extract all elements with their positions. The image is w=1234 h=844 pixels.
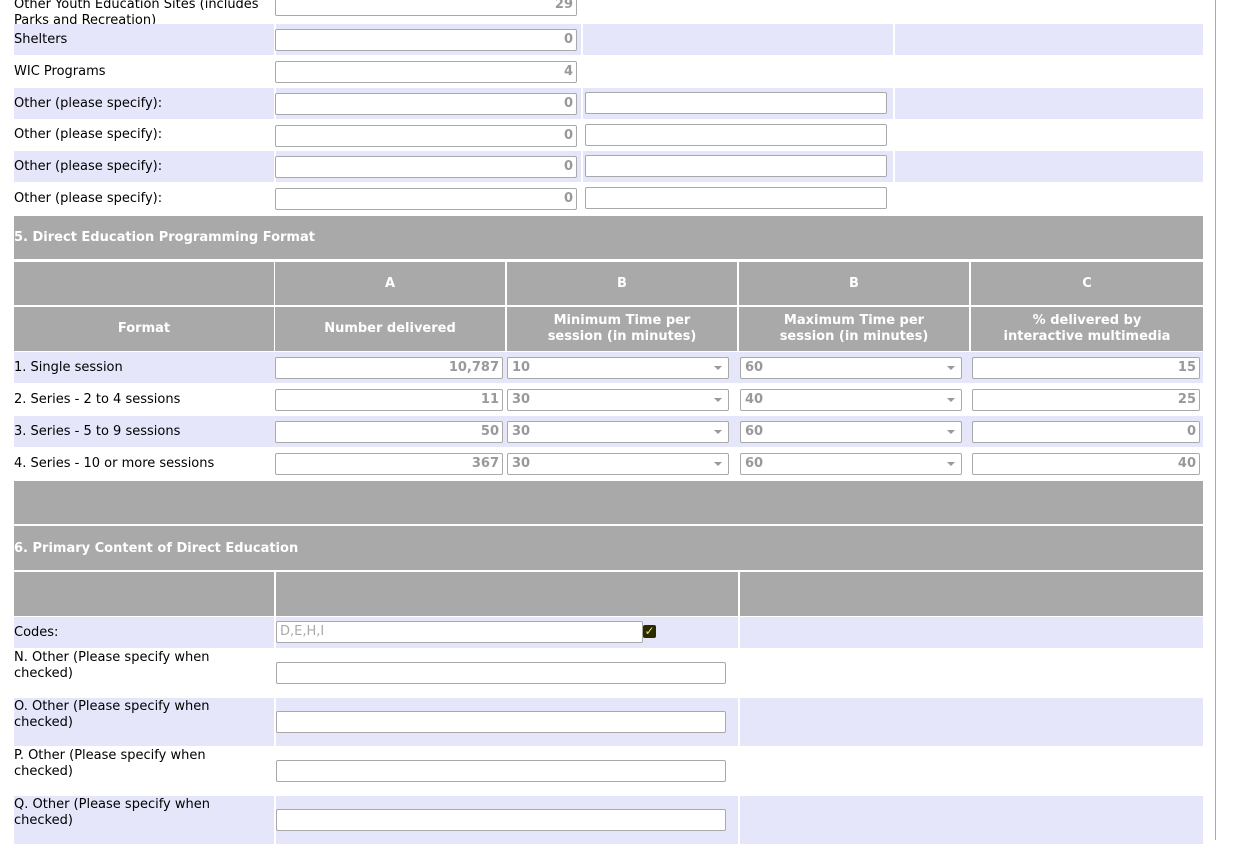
- format-label: 1. Single session: [14, 359, 123, 375]
- cell-divider: [581, 88, 583, 119]
- other-specify-input[interactable]: [585, 155, 887, 177]
- chevron-down-icon: [947, 398, 955, 402]
- min-time-select[interactable]: 30: [507, 421, 729, 443]
- other-specify-input[interactable]: [276, 760, 726, 782]
- column-header: % delivered by interactive multimedia: [971, 307, 1203, 351]
- selected-value: 60: [745, 424, 764, 439]
- cell-divider: [581, 151, 583, 182]
- cell-divider: [893, 151, 895, 182]
- interactive-multimedia-pct-input[interactable]: 15: [972, 357, 1200, 379]
- min-time-select[interactable]: 10: [507, 357, 729, 379]
- interactive-multimedia-pct-input[interactable]: 40: [972, 453, 1200, 475]
- cell-divider: [893, 88, 895, 119]
- site-label: Other (please specify):: [14, 158, 163, 174]
- format-label: 4. Series - 10 or more sessions: [14, 455, 215, 471]
- column-header: Maximum Time per session (in minutes): [739, 307, 969, 351]
- chevron-down-icon: [714, 398, 722, 402]
- column-letter: B: [507, 262, 737, 305]
- selected-value: 30: [512, 456, 531, 471]
- min-time-select[interactable]: 30: [507, 389, 729, 411]
- selected-value: 40: [745, 392, 764, 407]
- site-count-input[interactable]: 4: [275, 61, 577, 83]
- min-time-select[interactable]: 30: [507, 453, 729, 475]
- cell-divider: [738, 617, 740, 648]
- format-label: 2. Series - 2 to 4 sessions: [14, 391, 181, 407]
- other-specify-input[interactable]: [276, 711, 726, 733]
- interactive-multimedia-pct-input[interactable]: 0: [972, 421, 1200, 443]
- chevron-down-icon: [714, 430, 722, 434]
- chevron-down-icon: [714, 462, 722, 466]
- header-cell: [740, 572, 1203, 616]
- format-label: 3. Series - 5 to 9 sessions: [14, 423, 181, 439]
- column-header: Format: [14, 307, 274, 351]
- column-header: Minimum Time per session (in minutes): [507, 307, 737, 351]
- site-count-input[interactable]: 29: [275, 0, 577, 16]
- max-time-select[interactable]: 40: [740, 389, 962, 411]
- other-specify-input[interactable]: [276, 809, 726, 831]
- site-label: Other (please specify):: [14, 127, 163, 142]
- site-label: Other (please specify):: [14, 95, 163, 111]
- site-count-input[interactable]: 0: [275, 125, 577, 147]
- cell-divider: [738, 698, 740, 746]
- other-specify-input[interactable]: [585, 187, 887, 209]
- site-count-input[interactable]: 0: [275, 29, 577, 51]
- column-letter: C: [971, 262, 1203, 305]
- section-5-header: 5. Direct Education Programming Format: [14, 216, 1203, 259]
- selected-value: 60: [745, 456, 764, 471]
- header-cell: [14, 262, 274, 305]
- column-letter: A: [275, 262, 505, 305]
- other-content-label: N. Other (Please specify when checked): [14, 650, 210, 681]
- selected-value: 30: [512, 424, 531, 439]
- checkmark-icon[interactable]: ✓: [643, 625, 656, 638]
- max-time-select[interactable]: 60: [740, 453, 962, 475]
- chevron-down-icon: [714, 366, 722, 370]
- chevron-down-icon: [947, 366, 955, 370]
- site-label: WIC Programs: [14, 63, 106, 79]
- spacer-bar: [14, 481, 1203, 524]
- codes-input[interactable]: D,E,H,I: [276, 621, 643, 643]
- other-specify-input[interactable]: [585, 92, 887, 114]
- max-time-select[interactable]: 60: [740, 421, 962, 443]
- site-label: Other (please specify):: [14, 190, 163, 206]
- other-specify-input[interactable]: [276, 662, 726, 684]
- chevron-down-icon: [947, 430, 955, 434]
- header-cell: [14, 572, 274, 616]
- cell-divider: [893, 24, 895, 55]
- selected-value: 30: [512, 392, 531, 407]
- site-label: Shelters: [14, 31, 68, 47]
- number-delivered-input[interactable]: 367: [275, 453, 503, 475]
- site-count-input[interactable]: 0: [275, 188, 577, 210]
- column-header: Number delivered: [275, 307, 505, 351]
- cell-divider: [738, 796, 740, 844]
- selected-value: 10: [512, 360, 531, 375]
- chevron-down-icon: [947, 462, 955, 466]
- cell-divider: [581, 24, 583, 55]
- max-time-select[interactable]: 60: [740, 357, 962, 379]
- number-delivered-input[interactable]: 50: [275, 421, 503, 443]
- page-border: [1215, 0, 1216, 840]
- site-count-input[interactable]: 0: [275, 93, 577, 115]
- codes-label: Codes:: [14, 624, 59, 640]
- number-delivered-input[interactable]: 11: [275, 389, 503, 411]
- interactive-multimedia-pct-input[interactable]: 25: [972, 389, 1200, 411]
- other-content-label: Q. Other (Please specify when checked): [14, 797, 210, 828]
- section-6-header: 6. Primary Content of Direct Education: [14, 526, 1203, 570]
- other-specify-input[interactable]: [585, 124, 887, 146]
- other-content-label: P. Other (Please specify when checked): [14, 748, 206, 779]
- selected-value: 60: [745, 360, 764, 375]
- number-delivered-input[interactable]: 10,787: [275, 357, 503, 379]
- other-content-label: O. Other (Please specify when checked): [14, 699, 210, 730]
- header-cell: [276, 572, 738, 616]
- section-title: 6. Primary Content of Direct Education: [14, 540, 299, 556]
- site-count-input[interactable]: 0: [275, 156, 577, 178]
- section-title: 5. Direct Education Programming Format: [14, 230, 315, 245]
- column-letter: B: [739, 262, 969, 305]
